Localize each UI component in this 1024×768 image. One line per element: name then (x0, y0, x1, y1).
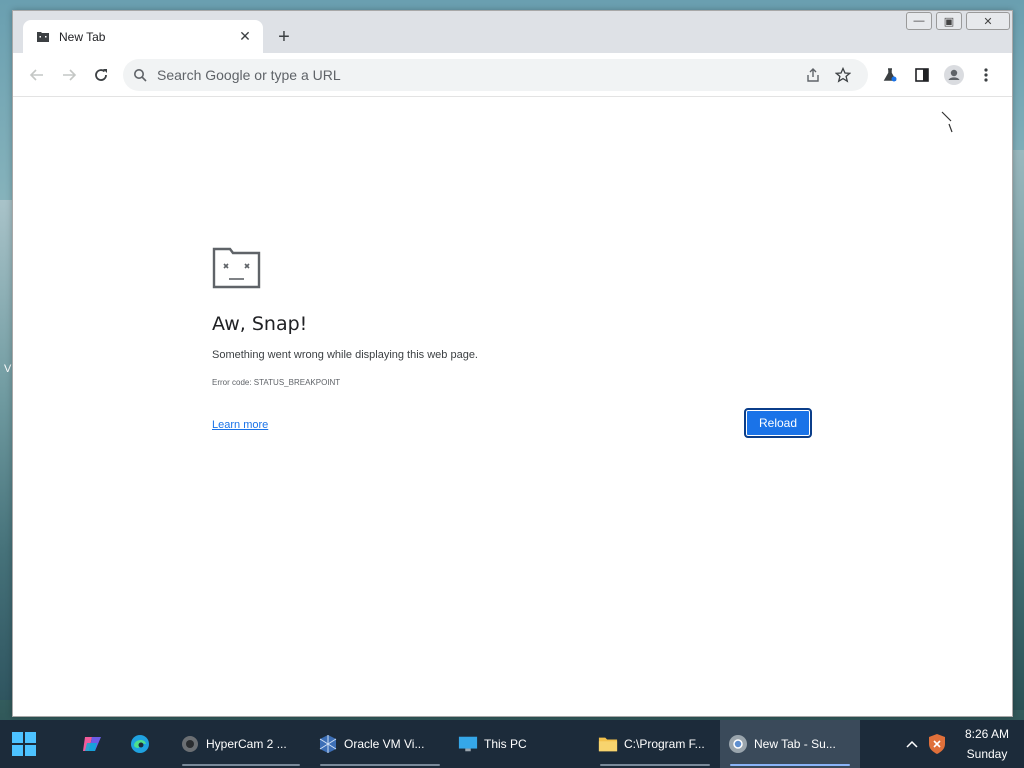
error-message: Something went wrong while displaying th… (212, 349, 478, 361)
share-icon (807, 67, 819, 82)
clock-time: 8:26 AM (964, 727, 1010, 741)
error-code: Error code: STATUS_BREAKPOINT (212, 378, 341, 387)
taskbar: HyperCam 2 ... Oracle VM Vi... This PC C… (0, 720, 1024, 768)
kebab-menu-icon (984, 67, 988, 82)
taskbar-app-hypercam[interactable]: HyperCam 2 ... (172, 720, 310, 768)
page-content: Aw, Snap! Something went wrong while dis… (13, 97, 1012, 717)
taskbar-clock[interactable]: 8:26 AM Sunday (950, 724, 1024, 764)
desktop-label-fragment: V (4, 363, 12, 375)
sad-tab-favicon-icon (35, 29, 51, 45)
labs-button[interactable] (874, 59, 906, 91)
taskbar-app-virtualbox[interactable]: Oracle VM Vi... (310, 720, 450, 768)
toolbar-actions (874, 59, 1002, 91)
maximize-button[interactable]: ▣ (936, 12, 962, 30)
error-title: Aw, Snap! (212, 313, 308, 335)
folder-icon (598, 734, 618, 754)
omnibox[interactable] (123, 58, 868, 91)
share-button[interactable] (798, 61, 828, 89)
forward-button[interactable] (53, 59, 85, 91)
mouse-cursor-icon (941, 111, 953, 138)
back-button[interactable] (21, 59, 53, 91)
address-input[interactable] (157, 66, 798, 83)
star-icon (835, 66, 851, 83)
profile-button[interactable] (938, 59, 970, 91)
tab-strip: New Tab ✕ + — ▣ ✕ (13, 11, 1012, 53)
desktop-wallpaper-left (0, 200, 12, 700)
new-tab-button[interactable]: + (271, 24, 297, 50)
reload-toolbar-button[interactable] (85, 59, 117, 91)
taskbar-app-indicator (730, 764, 850, 766)
search-icon (134, 68, 147, 82)
flask-icon (883, 67, 897, 81)
window-controls: — ▣ ✕ (904, 11, 1012, 31)
clock-day: Sunday (966, 747, 1008, 761)
chrome-icon (728, 734, 748, 754)
taskbar-app-file-explorer[interactable]: C:\Program F... (590, 720, 720, 768)
tab-title: New Tab (59, 29, 106, 44)
taskbar-app-chrome[interactable]: New Tab - Su... (720, 720, 860, 768)
back-arrow-icon (29, 68, 43, 81)
reload-button[interactable]: Reload (744, 408, 812, 438)
security-tray-button[interactable] (924, 720, 950, 768)
tab-new-tab[interactable]: New Tab ✕ (23, 20, 263, 53)
bookmark-button[interactable] (828, 61, 858, 89)
taskbar-app-indicator (600, 764, 710, 766)
desktop-wallpaper-right (1012, 150, 1024, 710)
virtualbox-icon (318, 734, 338, 754)
learn-more-link[interactable]: Learn more (212, 419, 268, 431)
system-tray: 8:26 AM Sunday (900, 720, 1024, 768)
copilot-icon (83, 737, 101, 751)
taskbar-app-label: This PC (484, 737, 527, 751)
taskbar-app-label: Oracle VM Vi... (344, 737, 425, 751)
taskbar-app-label: HyperCam 2 ... (206, 737, 287, 751)
menu-button[interactable] (970, 59, 1002, 91)
tray-overflow-button[interactable] (900, 720, 924, 768)
browser-window: New Tab ✕ + — ▣ ✕ Search Google or type … (12, 10, 1013, 717)
taskbar-app-label: C:\Program F... (624, 737, 705, 751)
shield-warning-icon (929, 734, 945, 754)
chevron-up-icon (906, 740, 918, 748)
minimize-button[interactable]: — (906, 12, 932, 30)
sad-folder-icon (212, 247, 262, 294)
browser-toolbar (13, 53, 1012, 97)
edge-taskbar-button[interactable] (116, 720, 164, 768)
close-window-button[interactable]: ✕ (966, 12, 1010, 30)
taskbar-app-indicator (182, 764, 300, 766)
copilot-taskbar-button[interactable] (68, 720, 116, 768)
edge-icon (131, 735, 149, 753)
taskbar-app-indicator (320, 764, 440, 766)
forward-arrow-icon (63, 68, 77, 81)
start-button[interactable] (0, 720, 48, 768)
hypercam-icon (180, 734, 200, 754)
avatar-icon (944, 64, 964, 85)
side-panel-button[interactable] (906, 59, 938, 91)
reload-icon (95, 68, 107, 81)
taskbar-app-label: New Tab - Su... (754, 737, 836, 751)
taskbar-app-this-pc[interactable]: This PC (450, 720, 590, 768)
side-panel-icon (915, 67, 929, 82)
tab-close-icon[interactable]: ✕ (237, 28, 253, 45)
monitor-icon (458, 734, 478, 754)
windows-logo-icon (12, 732, 36, 756)
